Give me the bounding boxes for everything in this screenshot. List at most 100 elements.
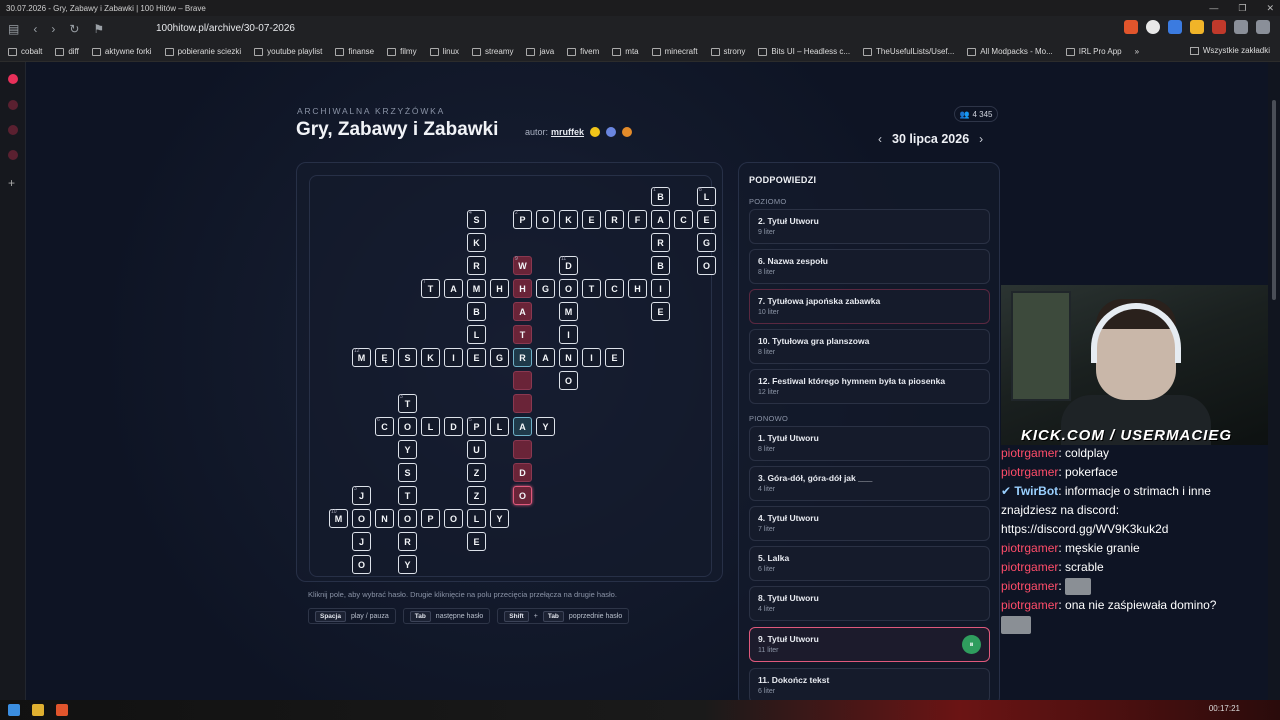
crossword-cell[interactable]: O [352,555,371,574]
crossword-cell[interactable]: O [559,279,578,298]
crossword-cell[interactable]: M 10 [329,509,348,528]
crossword-cell[interactable]: Ę [375,348,394,367]
crossword-cell[interactable]: M 12 [352,348,371,367]
reload-icon[interactable]: ↻ [69,22,79,36]
crossword-cell[interactable]: D [444,417,463,436]
crossword-cell[interactable]: Y [398,555,417,574]
crossword-cell[interactable]: C [674,210,693,229]
crossword-cell[interactable]: Y [490,509,509,528]
crossword-cell[interactable]: R [605,210,624,229]
crossword-cell[interactable]: S [398,348,417,367]
crossword-cell[interactable]: A [513,302,532,321]
crossword-cell[interactable]: Y [536,417,555,436]
sidebar-app-icon[interactable] [8,74,18,84]
bookmark-item[interactable]: youtube playlist [254,47,322,56]
add-panel-icon[interactable]: + [8,176,15,190]
crossword-cell[interactable]: T [398,486,417,505]
crossword-cell[interactable]: L [490,417,509,436]
crossword-cell[interactable]: I [559,325,578,344]
extension-icon[interactable] [1146,20,1160,34]
crossword-cell[interactable]: A [536,348,555,367]
crossword-cell[interactable]: G [697,233,716,252]
crossword-cell[interactable]: G [536,279,555,298]
crossword-cell[interactable]: N [375,509,394,528]
sidebar-app-icon[interactable] [8,150,18,160]
crossword-cell[interactable]: S [398,463,417,482]
crossword-cell[interactable]: E [582,210,601,229]
crossword-cell[interactable]: Z [467,463,486,482]
crossword-cell[interactable]: C [605,279,624,298]
address-bar[interactable]: 100hitow.pl/archive/30-07-2026 [140,20,1100,38]
crossword-cell[interactable]: D 11 [559,256,578,275]
crossword-cell[interactable]: O [352,509,371,528]
bookmark-item[interactable]: linux [429,47,459,56]
puzzle-icon[interactable] [1234,20,1248,34]
crossword-cell[interactable]: P [421,509,440,528]
crossword-cell[interactable]: O [398,509,417,528]
brave-shield-icon[interactable] [1124,20,1138,34]
clue-item[interactable]: 8. Tytuł Utworu 4 liter [749,586,990,621]
crossword-cell[interactable]: R [398,532,417,551]
crossword-cell[interactable]: C6 [375,417,394,436]
bookmark-item[interactable]: diff [55,47,79,56]
minimize-icon[interactable]: — [1209,0,1218,16]
crossword-cell[interactable]: H [490,279,509,298]
menu-icon[interactable] [1256,20,1270,34]
bookmark-item[interactable]: finanse [335,47,374,56]
close-icon[interactable]: ✕ [1266,0,1274,16]
clue-item[interactable]: 1. Tytuł Utworu 8 liter [749,426,990,461]
crossword-cell[interactable]: R [467,256,486,275]
crossword-cell[interactable]: E [605,348,624,367]
crossword-cell[interactable]: L [421,417,440,436]
bookmark-item[interactable]: cobalt [8,47,42,56]
crossword-cell[interactable]: I [651,279,670,298]
bookmark-item[interactable]: streamy [472,47,513,56]
crossword-cell[interactable]: A [651,210,670,229]
pause-icon[interactable]: ⏸ [962,635,981,654]
maximize-icon[interactable]: ❐ [1238,0,1246,16]
crossword-cell[interactable]: O [697,256,716,275]
crossword-cell[interactable]: K [421,348,440,367]
crossword-cell[interactable]: K [467,233,486,252]
crossword-cell[interactable]: P2 [513,210,532,229]
extension-icon[interactable] [1212,20,1226,34]
bookmark-icon[interactable]: ⚑ [93,22,104,36]
crossword-cell[interactable]: E [651,302,670,321]
clue-item-selected[interactable]: 9. Tytuł Utworu 11 liter ⏸ [749,627,990,662]
start-icon[interactable] [8,704,20,716]
bookmark-item[interactable]: java [526,47,554,56]
crossword-cell[interactable]: A [513,417,532,436]
crossword-cell[interactable]: L [467,325,486,344]
crossword-cell[interactable]: D [513,463,532,482]
extension-icon[interactable] [1168,20,1182,34]
crossword-cell[interactable]: Y [398,440,417,459]
clue-item[interactable]: 12. Festiwal którego hymnem była ta pios… [749,369,990,404]
clue-item[interactable]: 6. Nazwa zespołu 8 liter [749,249,990,284]
crossword-cell[interactable]: O [444,509,463,528]
all-bookmarks[interactable]: Wszystkie zakładki [1189,46,1270,55]
bookmark-item[interactable]: filmy [387,47,417,56]
clue-item[interactable]: 4. Tytuł Utworu 7 liter [749,506,990,541]
bookmark-item[interactable]: TheUsefulLists/Usef... [863,47,954,56]
crossword-cell[interactable]: O [398,417,417,436]
crossword-cell[interactable] [513,394,532,413]
crossword-cell[interactable]: E [467,348,486,367]
crossword-cell[interactable]: T3 [398,394,417,413]
clue-item[interactable]: 10. Tytułowa gra planszowa 8 liter [749,329,990,364]
bookmark-item[interactable]: fivem [567,47,599,56]
bookmark-item[interactable]: minecraft [651,47,698,56]
crossword-cell[interactable]: B1 [651,187,670,206]
prev-day-icon[interactable]: ‹ [878,132,882,146]
crossword-cell[interactable]: A [444,279,463,298]
sidebar-app-icon[interactable] [8,125,18,135]
crossword-cell[interactable]: T7 [421,279,440,298]
crossword-cell[interactable]: R [651,233,670,252]
crossword-cell[interactable]: I [444,348,463,367]
crossword-cell[interactable]: B [467,302,486,321]
back-icon[interactable]: ‹ [33,22,37,36]
forward-icon[interactable]: › [51,22,55,36]
clue-item[interactable]: 2. Tytuł Utworu 9 liter [749,209,990,244]
crossword-cell[interactable]: J3 [352,486,371,505]
crossword-cell[interactable]: H [628,279,647,298]
clue-item[interactable]: 11. Dokończ tekst 6 liter [749,668,990,703]
